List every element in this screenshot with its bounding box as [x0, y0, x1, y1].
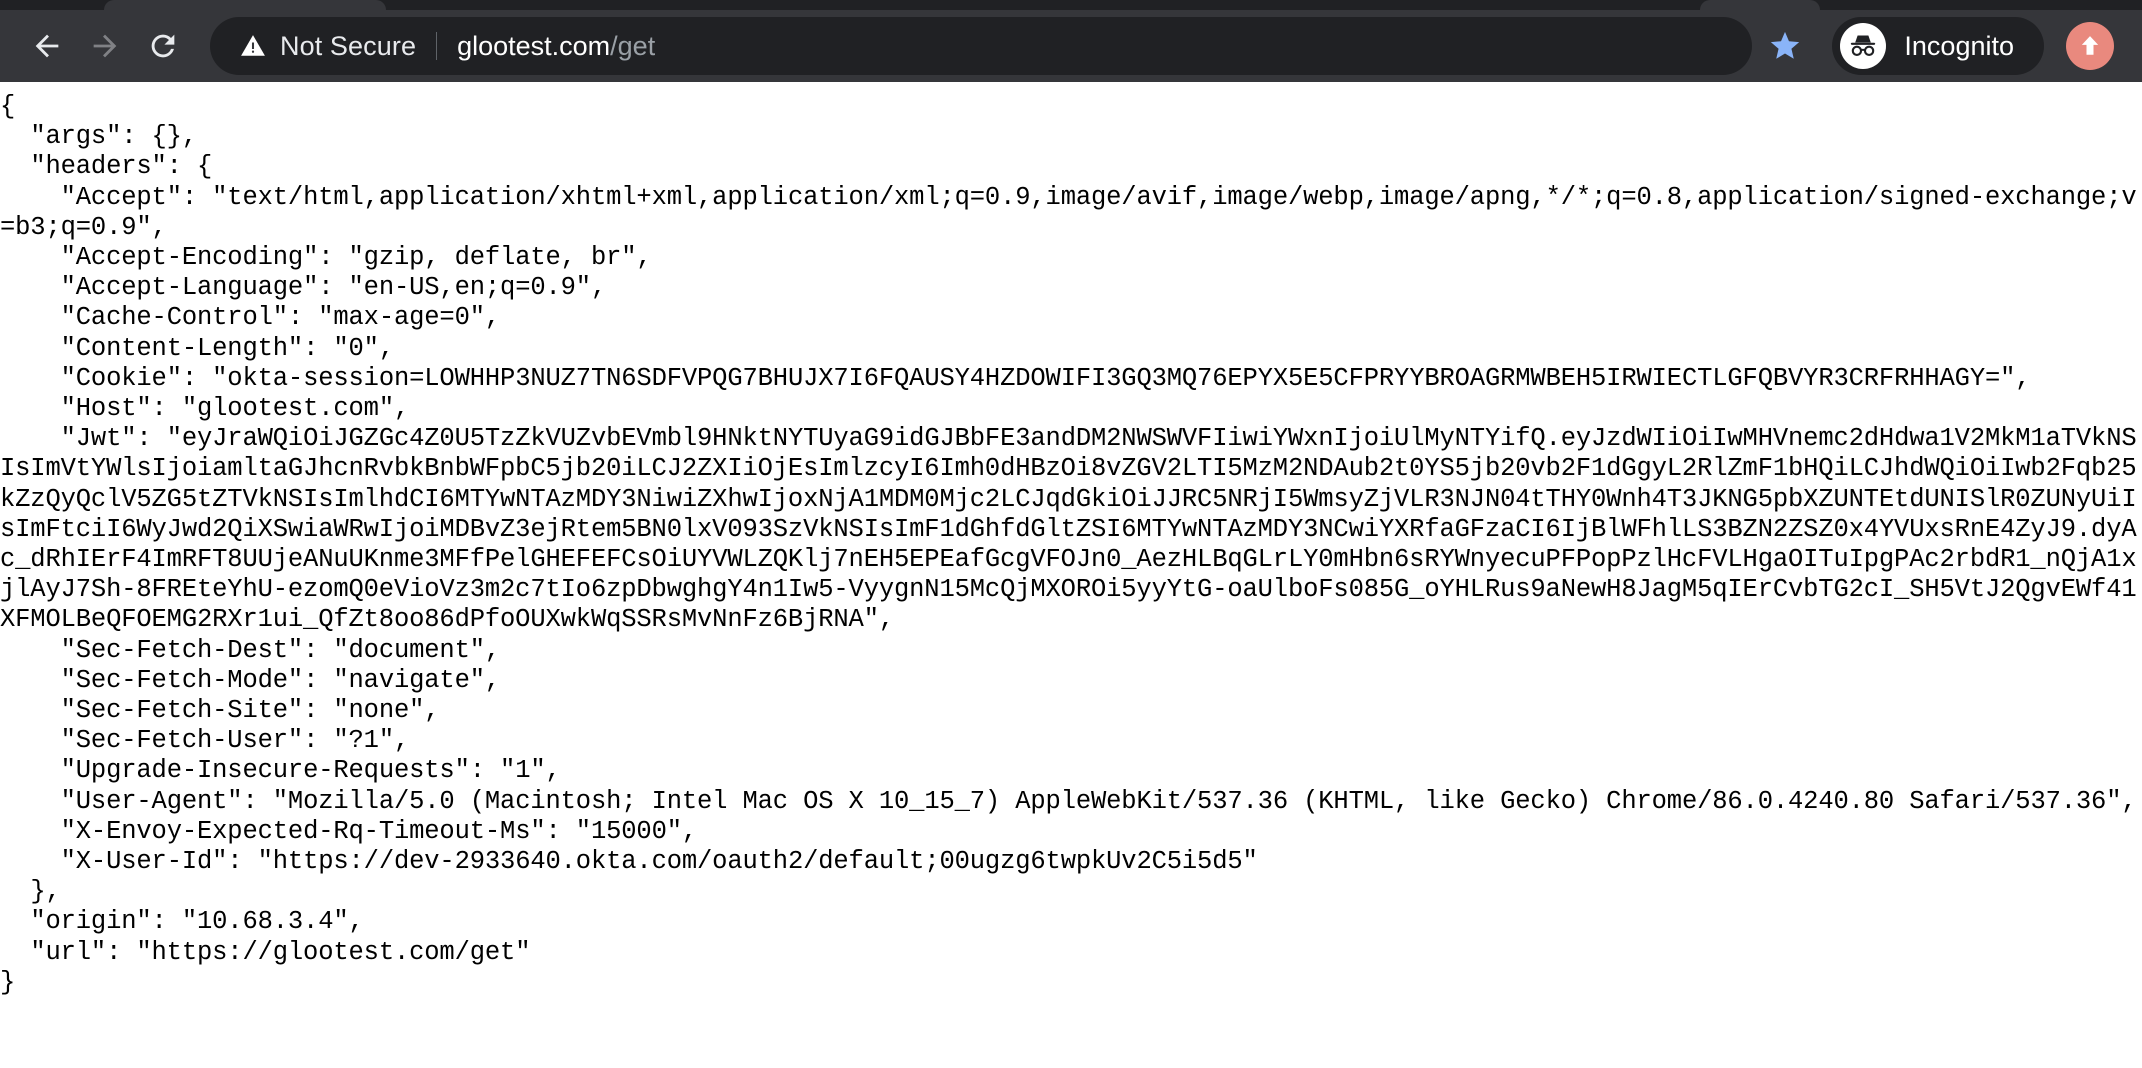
url-path: /get — [610, 30, 656, 61]
upload-arrow-icon — [2081, 36, 2099, 55]
page-content: { "args": {}, "headers": { "Accept": "te… — [0, 82, 2142, 1068]
incognito-label: Incognito — [1904, 30, 2014, 61]
browser-chrome: Not Secure glootest.com/get Incognito — [0, 0, 2142, 82]
url-display[interactable]: glootest.com/get — [457, 31, 655, 62]
profile-avatar-button[interactable] — [2066, 22, 2114, 70]
tab-strip-right-controls[interactable] — [1700, 0, 1820, 10]
bookmark-star-icon[interactable] — [1768, 29, 1802, 63]
browser-toolbar: Not Secure glootest.com/get Incognito — [0, 10, 2142, 82]
warning-triangle-icon — [241, 35, 265, 56]
reload-icon — [151, 34, 175, 58]
json-response-body: { "args": {}, "headers": { "Accept": "te… — [0, 92, 2137, 997]
forward-arrow-icon — [93, 34, 117, 58]
not-secure-label: Not Secure — [280, 30, 417, 61]
back-button[interactable] — [18, 17, 76, 75]
omnibox-divider — [436, 32, 438, 60]
url-host: glootest.com — [457, 30, 611, 61]
reload-button[interactable] — [134, 17, 192, 75]
address-bar[interactable]: Not Secure glootest.com/get — [210, 17, 1753, 75]
avatar — [1840, 23, 1887, 69]
back-arrow-icon — [35, 34, 59, 58]
tab-strip — [0, 0, 2142, 10]
forward-button[interactable] — [76, 17, 134, 75]
security-status-group[interactable]: Not Secure — [240, 31, 416, 62]
active-tab[interactable] — [104, 0, 386, 10]
incognito-hat-glasses-icon — [1851, 35, 1876, 56]
incognito-indicator[interactable]: Incognito — [1832, 17, 2044, 75]
